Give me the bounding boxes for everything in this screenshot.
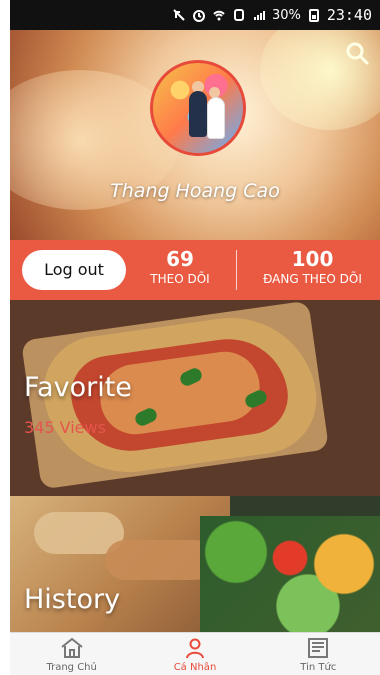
tab-home[interactable]: Trang Chủ (10, 633, 133, 675)
battery-icon (307, 8, 321, 22)
vegetables-image (200, 516, 380, 632)
following-stat[interactable]: 100 ĐANG THEO DÕI (250, 248, 375, 288)
followers-label: THEO DÕI (150, 272, 210, 286)
signal-icon (252, 8, 266, 22)
favorite-card[interactable]: Favorite 345 Views (10, 300, 380, 496)
history-title: History (24, 584, 121, 615)
tab-news[interactable]: Tin Tức (257, 633, 380, 675)
alarm-icon (192, 8, 206, 22)
tab-home-label: Trang Chủ (46, 662, 97, 673)
following-label: ĐANG THEO DÕI (263, 272, 362, 286)
tab-profile[interactable]: Cá Nhân (133, 633, 256, 675)
history-card[interactable]: History (10, 496, 380, 632)
bottom-navigation: Trang Chủ Cá Nhân Tin Tức (10, 632, 380, 675)
avatar[interactable] (150, 60, 246, 156)
stats-divider (236, 250, 237, 290)
avatar-person (207, 97, 225, 139)
user-icon (182, 636, 208, 660)
profile-name: Thang Hoang Cao (110, 180, 280, 202)
tab-news-label: Tin Tức (300, 662, 337, 673)
app-frame: 30% 23:40 Thang Hoang Cao Log out 69 THE… (10, 0, 380, 675)
home-icon (59, 636, 85, 660)
favorite-views: 345 Views (24, 418, 106, 437)
mute-icon (172, 8, 186, 22)
profile-header: Thang Hoang Cao (10, 30, 380, 240)
sim-icon (232, 8, 246, 22)
status-time: 23:40 (326, 6, 372, 24)
search-icon[interactable] (344, 40, 370, 66)
followers-stat[interactable]: 69 THEO DÕI (140, 248, 220, 288)
logout-button[interactable]: Log out (22, 250, 126, 290)
favorite-title: Favorite (24, 372, 132, 403)
followers-count: 69 (166, 247, 194, 271)
following-count: 100 (291, 247, 334, 271)
status-bar: 30% 23:40 (10, 0, 380, 30)
avatar-person (189, 91, 207, 137)
stats-bar: Log out 69 THEO DÕI 100 ĐANG THEO DÕI (10, 240, 380, 300)
tab-profile-label: Cá Nhân (173, 662, 217, 673)
battery-percentage: 30% (271, 7, 301, 23)
wifi-icon (212, 8, 226, 22)
news-icon (305, 636, 331, 660)
bread-loaf (105, 540, 215, 580)
